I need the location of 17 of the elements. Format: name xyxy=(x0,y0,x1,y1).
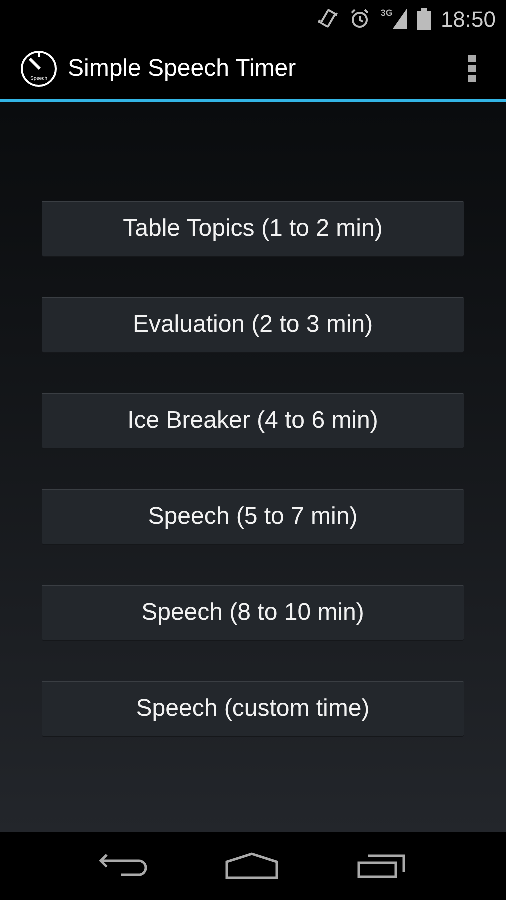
home-icon[interactable] xyxy=(225,852,279,880)
alarm-clock-icon xyxy=(348,8,371,30)
recent-apps-icon[interactable] xyxy=(357,853,407,879)
timer-option-button[interactable]: Speech (8 to 10 min) xyxy=(42,585,464,641)
timer-option-button[interactable]: Speech (5 to 7 min) xyxy=(42,489,464,545)
timer-option-button[interactable]: Ice Breaker (4 to 6 min) xyxy=(42,393,464,449)
overflow-menu-icon[interactable] xyxy=(468,55,476,82)
vibrate-icon xyxy=(316,8,339,30)
network-type: 3G xyxy=(380,9,393,18)
timer-option-button[interactable]: Evaluation (2 to 3 min) xyxy=(42,297,464,353)
back-icon[interactable] xyxy=(99,853,147,879)
battery-icon xyxy=(416,8,431,30)
timer-option-button[interactable]: Speech (custom time) xyxy=(42,681,464,737)
timer-option-button[interactable]: Table Topics (1 to 2 min) xyxy=(42,201,464,257)
signal-icon xyxy=(392,9,407,29)
clock-time: 18:50 xyxy=(440,6,496,34)
app-title: Simple Speech Timer xyxy=(68,54,298,84)
